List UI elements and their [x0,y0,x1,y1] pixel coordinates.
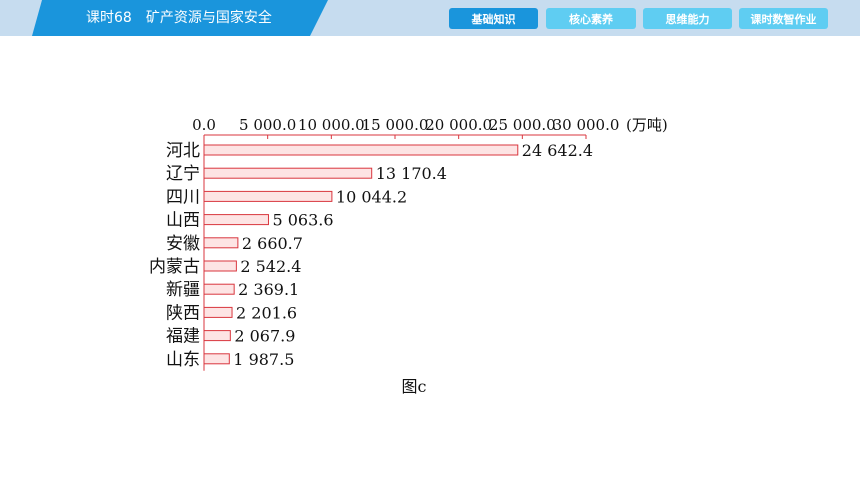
value-label: 1 987.5 [233,350,294,369]
nav-thinking-ability-button[interactable]: 思维能力 [643,8,732,29]
x-tick-label: 10 000.0 [298,116,365,134]
bar [203,306,233,318]
chart-caption: 图c [402,377,427,396]
x-tick-label: 25 000.0 [489,116,556,134]
bar [203,190,333,202]
x-tick-label: 30 000.0 [553,116,620,134]
value-label: 2 660.7 [242,234,303,253]
value-label: 13 170.4 [376,164,447,183]
bar [203,167,373,179]
nav-homework-button[interactable]: 课时数智作业 [739,8,828,29]
category-label: 陕西 [166,303,200,323]
bar [203,283,235,295]
nav-core-literacy-button[interactable]: 核心素养 [546,8,636,29]
bar [203,144,519,156]
x-tick-label: 5 000.0 [239,116,296,134]
category-label: 四川 [166,187,200,207]
lesson-number: 课时68 [86,10,132,26]
lesson-header: 课时68 矿产资源与国家安全 [86,7,272,27]
bar-chart: 0.0 5 000.0 10 000.0 15 000.0 20 000.0 25 000… [136,108,696,408]
value-label: 24 642.4 [522,141,593,160]
bar [203,260,237,272]
value-label: 2 067.9 [234,327,295,346]
category-label: 内蒙古 [149,257,200,277]
category-label: 安徽 [166,234,200,254]
value-label: 2 201.6 [236,303,297,322]
x-tick-label: 20 000.0 [425,116,492,134]
category-label: 山东 [166,350,200,370]
bar [203,353,230,365]
bar [203,330,231,342]
value-label: 5 063.6 [272,211,333,230]
bar [203,214,269,226]
value-label: 10 044.2 [336,187,407,206]
value-label: 2 369.1 [238,280,299,299]
category-label: 河北 [166,141,200,161]
x-axis-unit: (万吨) [626,116,668,134]
category-label: 山西 [166,211,200,231]
lesson-title: 矿产资源与国家安全 [145,10,272,26]
bar-chart-svg: 0.0 5 000.0 10 000.015 000.020 000.025 000… [149,116,668,396]
category-label: 福建 [166,327,200,347]
x-tick-label: 15 000.0 [362,116,429,134]
category-label: 辽宁 [166,164,200,184]
nav-basic-knowledge-button[interactable]: 基础知识 [449,8,538,29]
category-label: 新疆 [166,280,200,300]
value-label: 2 542.4 [240,257,301,276]
x-tick-label: 0.0 [192,116,216,134]
bar [203,237,239,249]
top-bar: 课时68 矿产资源与国家安全 基础知识 核心素养 思维能力 课时数智作业 [0,0,860,36]
